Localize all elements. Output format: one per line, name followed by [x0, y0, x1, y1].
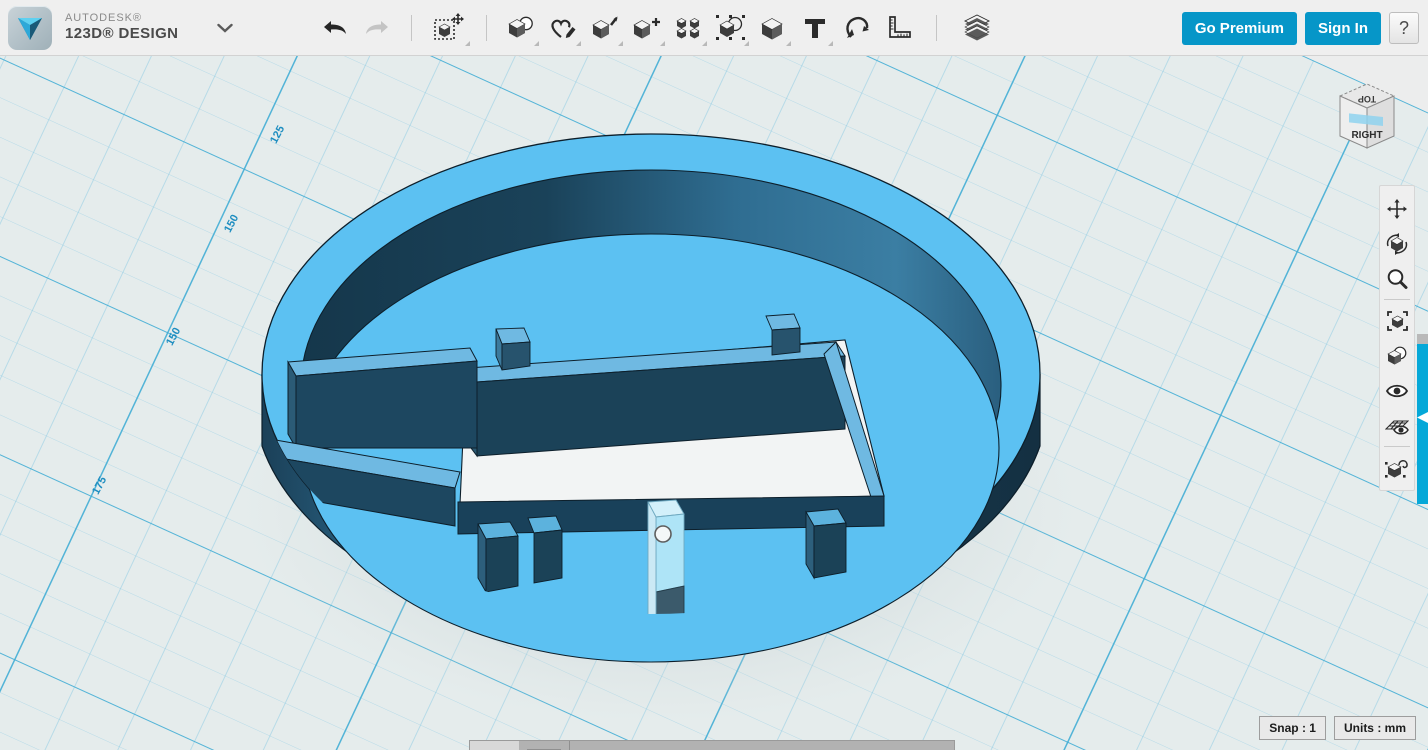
navigation-rail [1379, 185, 1415, 491]
brand-product: 123D® DESIGN [65, 25, 179, 43]
app-root: AUTODESK® 123D® DESIGN Go Premium Sign I… [0, 0, 1428, 750]
brand-text: AUTODESK® 123D® DESIGN [65, 12, 178, 42]
app-header: AUTODESK® 123D® DESIGN Go Premium Sign I… [0, 0, 1428, 56]
toolbar-button-snap[interactable] [836, 6, 878, 50]
toolbar-separator-3 [936, 14, 938, 41]
toolbar-button-sketch[interactable] [542, 6, 584, 50]
leg-right-front [813, 522, 847, 579]
toolbar-button-modify[interactable] [626, 6, 668, 50]
toolbar-button-construct[interactable] [584, 6, 626, 50]
help-button[interactable]: ? [1389, 12, 1419, 44]
rail-button-fit[interactable] [1380, 303, 1414, 338]
dropdown-caret-icon [660, 40, 666, 46]
toolbar-button-grouping[interactable] [710, 6, 752, 50]
toolbar-button-measure[interactable] [878, 6, 920, 50]
toolbar-button-primitives[interactable] [500, 6, 542, 50]
panel-layers-button[interactable] [519, 741, 568, 750]
toolbar-button-redo[interactable] [356, 6, 398, 50]
brand: AUTODESK® 123D® DESIGN [0, 5, 236, 50]
dropdown-caret-icon [618, 40, 624, 46]
toolbar-separator-1 [411, 14, 413, 41]
view-cube-front-label: RIGHT [1351, 130, 1382, 141]
edge-slider-thumb[interactable] [1417, 412, 1428, 423]
toolbar-button-pattern[interactable] [668, 6, 710, 50]
units-status-chip[interactable]: Units : mm [1333, 716, 1416, 740]
brand-company: AUTODESK® [65, 12, 142, 25]
panel-solid-button[interactable] [470, 741, 520, 750]
toolbar-button-materials[interactable] [953, 6, 1001, 50]
dropdown-caret-icon [576, 40, 582, 46]
snap-status-chip[interactable]: Snap : 1 [1259, 716, 1326, 740]
drag-grip-handle[interactable] [654, 525, 672, 543]
dropdown-caret-icon [828, 40, 834, 46]
rail-separator-2 [1384, 446, 1410, 447]
wall-left-upper-face [287, 360, 297, 450]
toolbar-separator-2 [486, 14, 488, 41]
leg-front-left-front [485, 535, 519, 593]
toolbar-button-combine[interactable] [752, 6, 794, 50]
rail-button-zoom[interactable] [1380, 261, 1414, 296]
view-cube[interactable]: TOP RIGHT [1336, 80, 1398, 152]
toolbar-button-text[interactable] [794, 6, 836, 50]
rail-separator-1 [1384, 299, 1410, 300]
dropdown-caret-icon [702, 40, 708, 46]
sign-in-button[interactable]: Sign In [1305, 11, 1381, 45]
toolbar-button-undo[interactable] [314, 6, 356, 50]
header-actions: Go Premium Sign In ? [1181, 0, 1419, 56]
rail-button-grid-snap[interactable] [1380, 408, 1414, 443]
rail-button-pan[interactable] [1380, 191, 1414, 226]
dropdown-caret-icon [465, 40, 471, 46]
pillar-2-front [771, 327, 801, 356]
toolbar-button-transform[interactable] [425, 6, 473, 50]
pillar-2-top [765, 313, 801, 331]
leg-mid-front [533, 529, 563, 584]
main-toolbar [314, 0, 1001, 56]
autodesk-logo-icon [8, 5, 52, 50]
viewport-canvas[interactable]: 125 150 150 175 TOP RIGHT Snap: 1 Units… [0, 56, 1428, 750]
go-premium-button[interactable]: Go Premium [1181, 11, 1297, 45]
rail-button-smart-snap[interactable] [1380, 450, 1414, 485]
rail-button-view-style[interactable] [1380, 338, 1414, 373]
dimension-input-panel: Length: Width: Height: [469, 740, 955, 750]
dropdown-caret-icon [786, 40, 792, 46]
pillar-1-front [501, 341, 531, 371]
status-bar: Snap : 1 Units : mm [1259, 716, 1416, 740]
model-3d-cylinder-enclosure[interactable] [0, 56, 1428, 750]
dropdown-caret-icon [534, 40, 540, 46]
view-cube-top-label: TOP [1358, 94, 1376, 104]
rail-button-orbit[interactable] [1380, 226, 1414, 261]
edge-zoom-slider[interactable] [1417, 344, 1428, 504]
panel-divider [568, 741, 570, 750]
dropdown-caret-icon [744, 40, 750, 46]
wall-left-upper-front [295, 360, 478, 449]
rail-button-visibility[interactable] [1380, 373, 1414, 408]
chevron-down-icon[interactable] [214, 17, 236, 39]
